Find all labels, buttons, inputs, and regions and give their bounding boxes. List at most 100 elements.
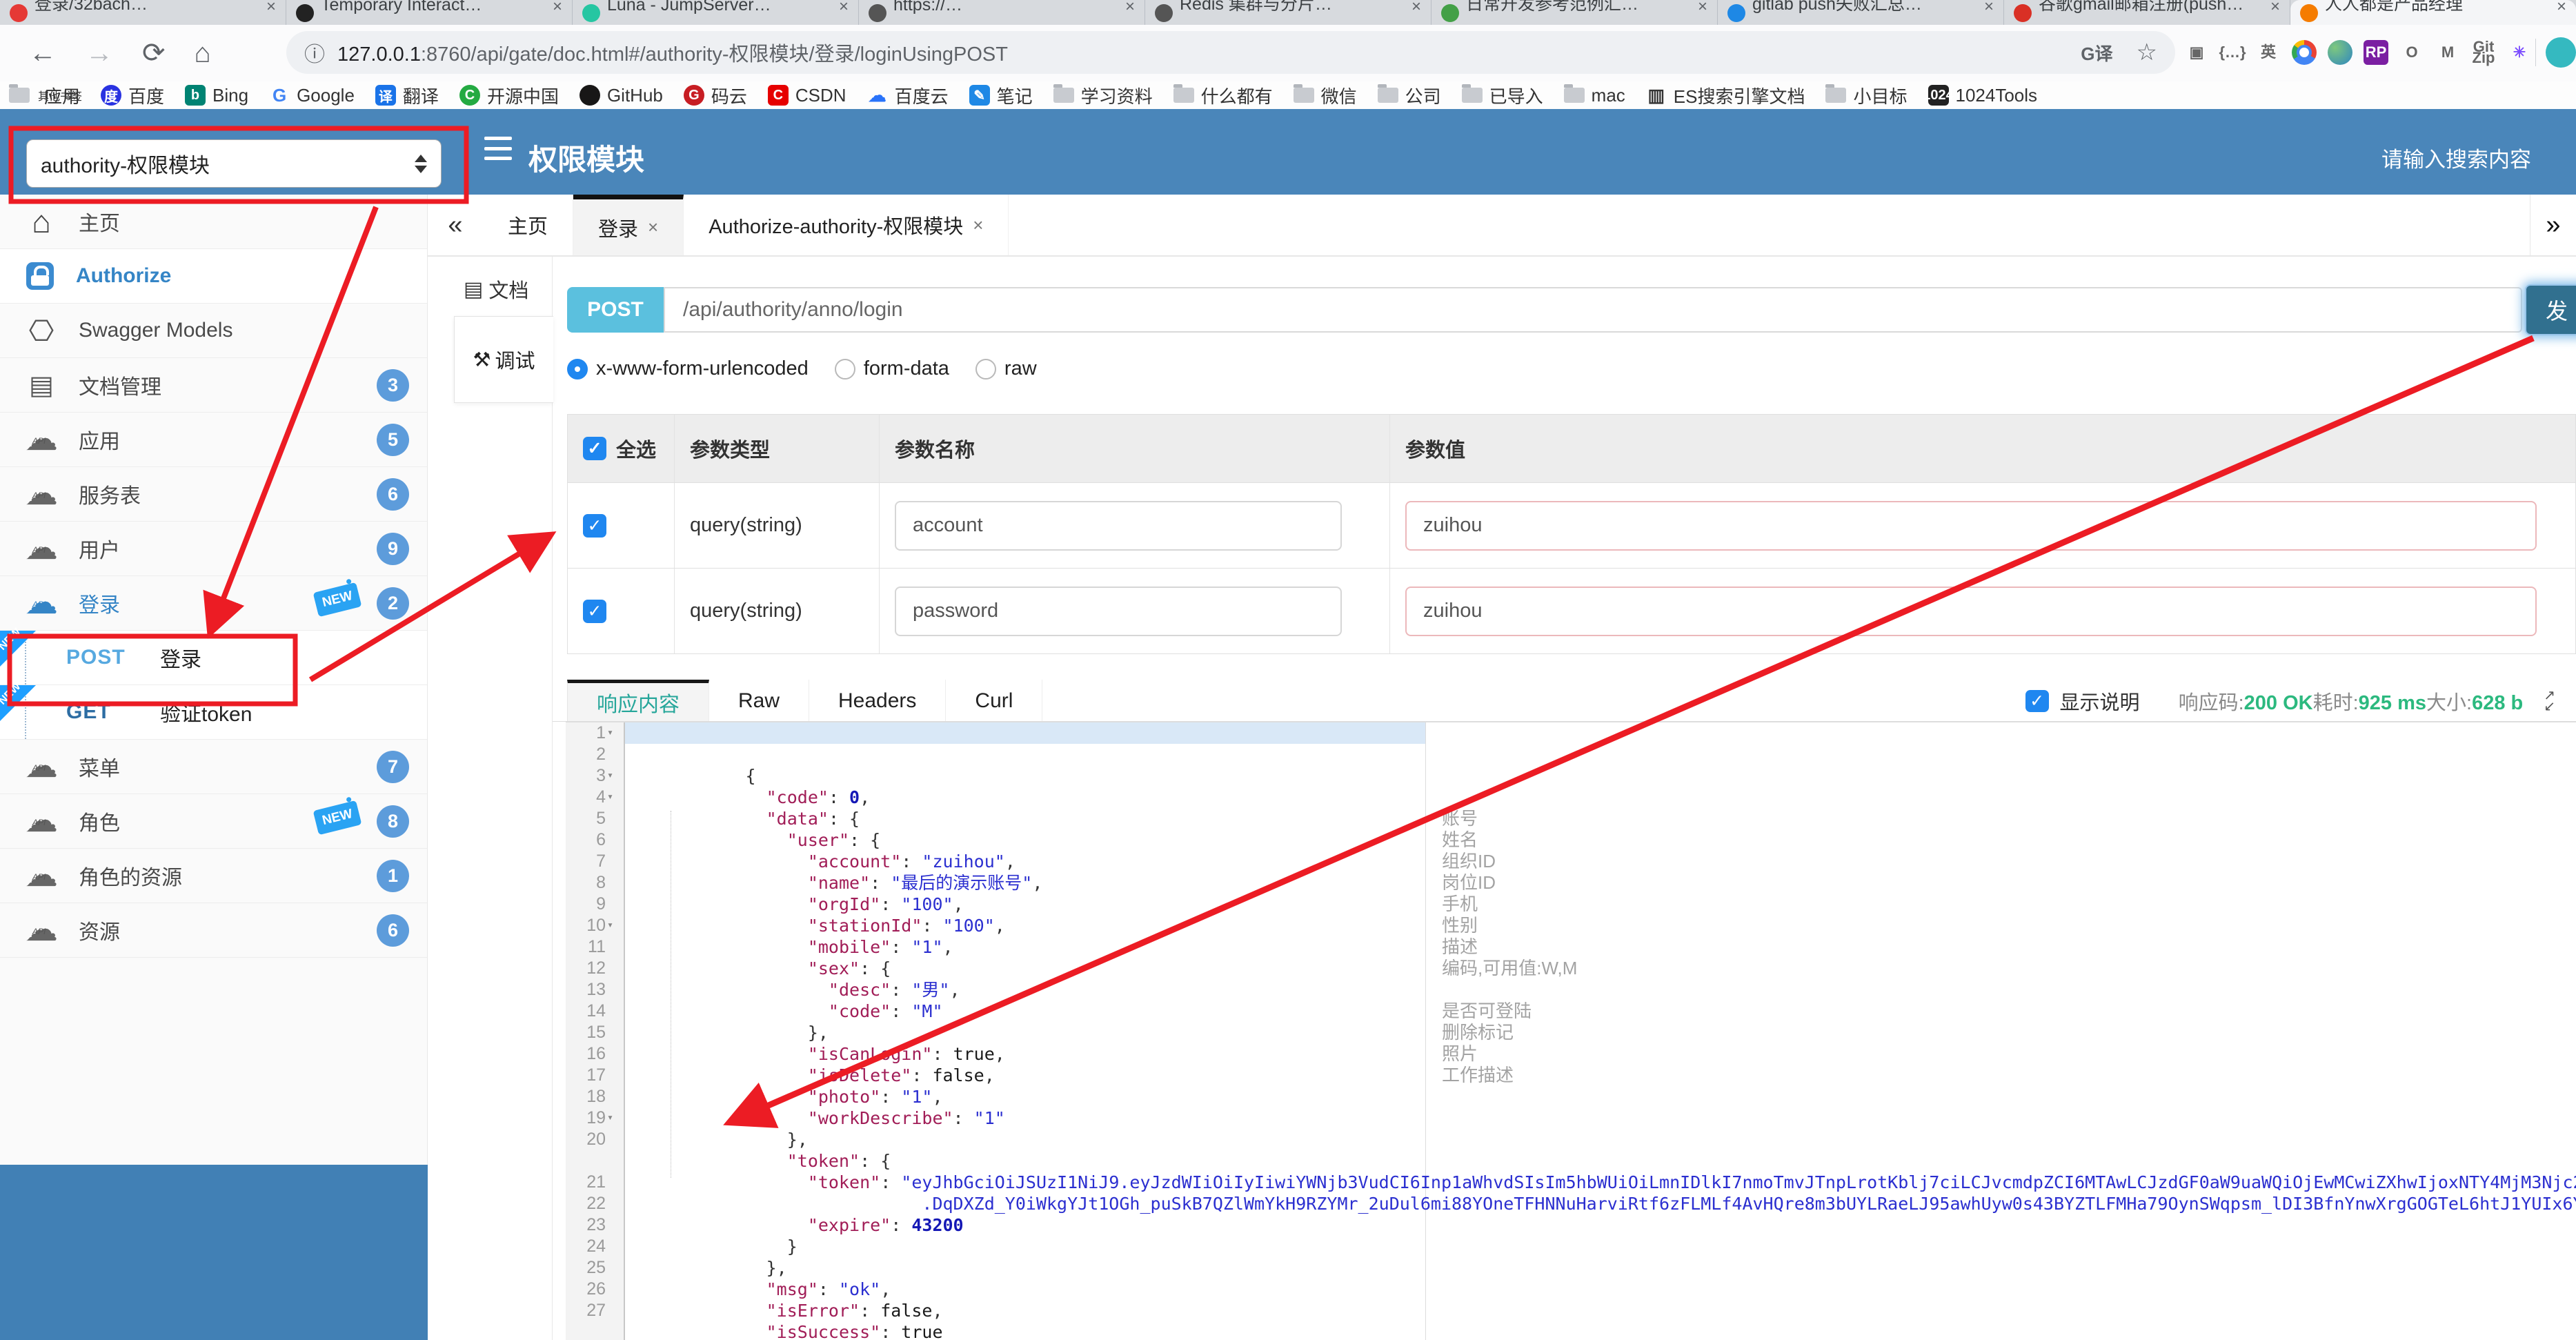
param-value-input[interactable] [1405,586,2537,636]
response-tab[interactable]: Headers [809,680,947,722]
browser-tab[interactable]: 人人都是产品经理 × [2290,0,2576,25]
bookmark-star-icon[interactable]: ☆ [2137,39,2157,66]
gutter[interactable]: 4 ▾ [566,787,625,808]
browser-tab[interactable]: 日常开发参考范例汇… × [1431,0,1718,25]
extension-icon[interactable]: ▣ [2184,40,2209,65]
gutter[interactable]: 13▾ [566,979,625,1001]
body-type-option[interactable]: raw [975,357,1037,380]
body-type-option[interactable]: x-www-form-urlencoded [567,357,809,380]
tab-close-icon[interactable]: × [2557,0,2566,17]
gutter[interactable]: 6▾ [566,829,625,851]
menu-icon[interactable] [484,137,512,160]
gutter[interactable]: 20▾ [566,1129,625,1172]
sidebar-item[interactable]: NEW 资源 NEW 6 [0,903,427,958]
sidebar-item[interactable]: NEW 登录 NEW 2 [0,576,427,631]
sidebar-item[interactable]: NEW GET 验证token NEW [0,680,427,740]
tab-close-icon[interactable]: × [1125,0,1135,17]
gutter[interactable]: 25▾ [566,1257,625,1279]
gutter[interactable]: 15▾ [566,1022,625,1043]
back-icon[interactable]: ← [29,38,57,69]
gutter[interactable]: 18▾ [566,1086,625,1107]
browser-tab[interactable]: 登录/32bach… × [0,0,286,25]
sidebar-item[interactable]: NEW 服务表 NEW 6 [0,467,427,522]
sidebar-item[interactable]: NEW Authorize NEW [0,249,427,304]
content-tab[interactable]: 登录 × [573,195,684,255]
tab-close-icon[interactable]: × [266,0,276,17]
sidebar-item[interactable]: NEW POST 登录 NEW [0,626,427,685]
gutter[interactable]: 19 ▾ [566,1107,625,1129]
gutter[interactable]: 7▾ [566,851,625,872]
browser-tab[interactable]: Luna - JumpServer… × [573,0,859,25]
home-icon[interactable]: ⌂ [195,38,211,69]
tab-close-icon[interactable]: × [1411,0,1421,17]
tab-close-icon[interactable]: × [839,0,849,17]
translate-icon[interactable]: G译 [2081,40,2112,66]
browser-tab[interactable]: https://… × [859,0,1145,25]
extension-icon[interactable] [2328,40,2352,65]
forward-icon[interactable]: → [86,38,113,69]
radio-icon[interactable] [834,358,855,380]
select-all-checkbox[interactable]: ✓ [583,437,606,460]
browser-tab[interactable]: 谷歌gmail邮箱注册(push… × [2004,0,2290,25]
response-tab[interactable]: Raw [709,680,810,722]
tab-debug[interactable]: ⚒ 调试 [454,316,553,403]
endpoint-url-field[interactable]: /api/authority/anno/login [664,287,2522,333]
param-name-input[interactable] [895,586,1342,636]
tab-close-icon[interactable]: × [1984,0,1994,17]
gutter[interactable]: 5▾ [566,808,625,829]
browser-tab[interactable]: Temporary Interact… × [286,0,573,25]
response-tab[interactable]: 响应内容 [567,680,709,722]
extension-icon[interactable]: {…} [2219,40,2246,65]
url-bar[interactable]: ⓘ 127.0.0.1:8760/api/gate/doc.html#/auth… [286,31,2175,74]
gutter[interactable]: 11▾ [566,936,625,958]
sidebar-item[interactable]: NEW 主页 NEW [0,195,427,249]
sidebar-item[interactable]: NEW 角色的资源 NEW 1 [0,849,427,903]
extension-icon[interactable]: M [2435,40,2460,65]
expand-tabs-icon[interactable]: » [2530,195,2576,255]
response-body-editor[interactable]: 1▾ { 2▾ "code": 0, [566,722,2576,1340]
body-type-option[interactable]: form-data [834,357,949,380]
fold-icon[interactable]: ▾ [607,790,613,802]
radio-icon[interactable] [975,358,996,380]
param-value-input[interactable] [1405,500,2537,551]
bookmarks-overflow[interactable]: 其他书签 [0,81,2569,109]
gutter[interactable]: 26▾ [566,1279,625,1300]
reload-icon[interactable]: ⟳ [142,37,166,69]
tab-close-icon[interactable]: × [1698,0,1707,17]
fold-icon[interactable]: ▾ [607,918,613,931]
gutter[interactable]: 22▾ [566,1193,625,1214]
tab-document[interactable]: ▤ 文档 [464,275,528,304]
page-info-icon[interactable]: ⓘ [304,37,325,68]
extension-icon[interactable]: Git Zip [2471,39,2496,66]
fullscreen-icon[interactable]: ↗ ↙ [2544,689,2555,713]
gutter[interactable]: 12▾ [566,958,625,979]
param-name-input[interactable] [895,500,1342,551]
tab-close-icon[interactable]: × [2270,0,2280,17]
content-tab[interactable]: 主页 [483,195,574,255]
extension-icon[interactable]: O [2399,40,2424,65]
gutter[interactable]: 9▾ [566,894,625,915]
module-select[interactable]: authority-权限模块 [26,139,442,188]
extension-icon[interactable]: RP [2364,40,2388,65]
gutter[interactable]: 3 ▾ [566,765,625,787]
gutter[interactable]: 24▾ [566,1236,625,1257]
sidebar-item[interactable]: NEW Swagger Models NEW [0,304,427,358]
sidebar-item[interactable]: NEW 菜单 NEW 7 [0,740,427,794]
row-checkbox[interactable]: ✓ [583,513,606,538]
avatar[interactable] [2546,37,2576,68]
content-tab[interactable]: Authorize-authority-权限模块 × [684,195,1009,255]
tab-close-icon[interactable]: × [973,215,983,236]
browser-tab[interactable]: gitlab push失败汇总… × [1718,0,2004,25]
fold-icon[interactable]: ▾ [607,1111,613,1123]
gutter[interactable]: 21▾ [566,1172,625,1193]
gutter[interactable]: 27▾ [566,1300,625,1321]
fold-icon[interactable]: ▾ [607,769,613,781]
fold-icon[interactable]: ▾ [607,726,613,738]
send-button[interactable]: 发送 [2525,284,2576,335]
search-input[interactable]: 请输入搜索内容 [2381,142,2531,173]
gutter[interactable]: 1 ▾ [566,722,625,744]
tab-close-icon[interactable]: × [553,0,562,17]
gutter[interactable]: 2▾ [566,744,625,765]
gutter[interactable]: 10 ▾ [566,915,625,936]
gutter[interactable]: 14▾ [566,1001,625,1022]
